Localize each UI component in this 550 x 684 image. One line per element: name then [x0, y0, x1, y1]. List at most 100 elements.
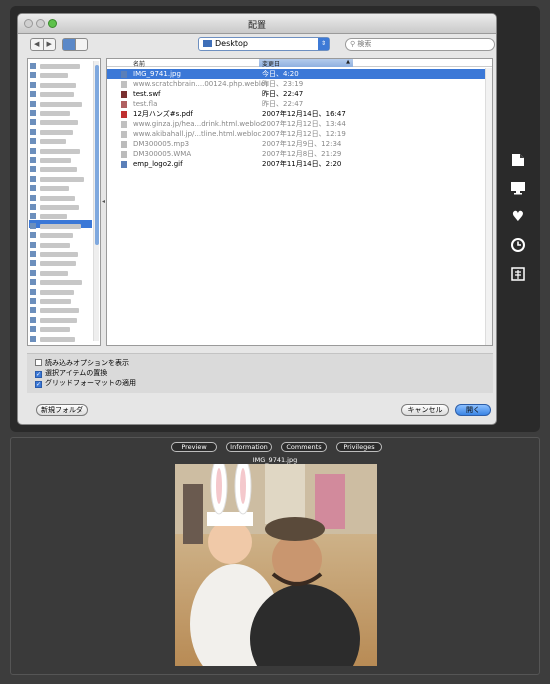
file-date: 2007年12月8日、21:29	[262, 150, 342, 158]
sidebar-item-label	[40, 270, 68, 276]
search-field[interactable]: ⚲	[345, 38, 495, 51]
sidebar-item-label	[40, 111, 70, 116]
notes-icon[interactable]	[510, 267, 526, 283]
option-replace-selected[interactable]: ✓ 選択アイテムの置換	[35, 368, 107, 378]
sidebar-item[interactable]	[30, 298, 90, 305]
tab-information[interactable]: Information	[226, 442, 272, 452]
sidebar-item-icon	[30, 204, 36, 210]
folder-icon	[203, 40, 212, 47]
monitor-icon[interactable]	[510, 181, 526, 197]
sidebar-item[interactable]	[30, 63, 90, 70]
sidebar-scroll-thumb[interactable]	[95, 65, 99, 245]
tab-privileges[interactable]: Privileges	[336, 442, 382, 452]
file-row[interactable]: test.fla 昨日、22:47	[107, 99, 492, 109]
clock-icon[interactable]	[510, 238, 526, 254]
file-row[interactable]: emp_logo2.gif 2007年11月14日、2:20	[107, 159, 492, 169]
sidebar-item-icon	[30, 81, 36, 88]
audio-file-icon	[121, 141, 127, 148]
splitter-arrow-icon: ◂	[102, 198, 106, 205]
sidebar-item-icon	[30, 91, 36, 98]
place-dialog: 配置 ◀ ▶ Desktop ⇕ ⚲ ◂ 名前 変更日 IMG_9	[17, 13, 497, 425]
sidebar-scrollbar[interactable]	[93, 61, 99, 341]
tab-preview[interactable]: Preview	[171, 442, 217, 452]
sidebar-item[interactable]	[30, 138, 90, 145]
sidebar-item[interactable]	[30, 110, 90, 117]
file-list: 名前 変更日 IMG_9741.jpg今日、4:20www.scratchbra…	[106, 58, 493, 346]
sidebar-item[interactable]	[30, 326, 90, 333]
titlebar: 配置	[18, 14, 496, 34]
option-show-import[interactable]: 読み込みオプションを表示	[35, 358, 129, 368]
sidebar-item[interactable]	[30, 91, 90, 98]
sidebar-item[interactable]	[30, 81, 90, 89]
sidebar-item[interactable]	[30, 166, 90, 173]
file-row[interactable]: test.swf 昨日、22:47	[107, 89, 492, 99]
sidebar-item-label	[40, 92, 74, 98]
file-row[interactable]: 12月ハンズ#s.pdf 2007年12月14日、16:47	[107, 109, 492, 119]
preview-tabs: Preview Information Comments Privileges	[11, 442, 539, 454]
sidebar-item[interactable]	[30, 251, 90, 258]
sidebar-item[interactable]	[30, 147, 90, 155]
tab-comments[interactable]: Comments	[281, 442, 327, 452]
sidebar-item[interactable]	[30, 222, 90, 230]
sidebar-item[interactable]	[30, 316, 90, 324]
sidebar-item[interactable]	[30, 185, 90, 192]
checkbox-apply-grid[interactable]: ✓	[35, 381, 42, 388]
new-folder-button[interactable]: 新規フォルダ	[36, 404, 88, 416]
search-icon: ⚲	[350, 40, 356, 48]
file-name: IMG_9741.jpg	[133, 70, 181, 78]
sidebar-item[interactable]	[30, 241, 90, 249]
toolbar: ◀ ▶ Desktop ⇕ ⚲	[18, 34, 496, 56]
search-input[interactable]	[357, 40, 478, 48]
sidebar-item[interactable]	[30, 213, 90, 220]
file-date: 2007年12月9日、12:34	[262, 140, 342, 148]
file-row[interactable]: DM300005.WMA 2007年12月8日、21:29	[107, 149, 492, 159]
option-apply-grid[interactable]: ✓ グリッドフォーマットの適用	[35, 378, 136, 388]
sidebar-item[interactable]	[30, 157, 90, 164]
sidebar-item-label	[40, 205, 79, 210]
option-replace-selected-label: 選択アイテムの置換	[45, 369, 108, 377]
file-row[interactable]: www.ginza.jp/hea...drink.html.webloc 2007…	[107, 119, 492, 129]
file-list-scrollbar[interactable]	[485, 68, 492, 345]
checkbox-show-import[interactable]	[35, 359, 42, 366]
sidebar-item[interactable]	[30, 100, 90, 108]
sidebar-item[interactable]	[30, 128, 90, 136]
sidebar-item[interactable]	[30, 175, 90, 183]
sidebar-item[interactable]	[30, 307, 90, 314]
sidebar-item[interactable]	[30, 335, 90, 343]
sidebar-item[interactable]	[30, 204, 90, 211]
file-row[interactable]: www.scratchbrain....00124.php.webloc 昨日、2…	[107, 79, 492, 89]
column-header-date[interactable]: 変更日	[259, 59, 353, 68]
forward-button[interactable]: ▶	[44, 39, 56, 50]
cancel-button[interactable]: キャンセル	[401, 404, 449, 416]
file-name: DM300005.mp3	[133, 140, 190, 148]
sidebar-item[interactable]	[30, 119, 90, 126]
file-date: 昨日、22:47	[262, 100, 304, 108]
sidebar-item[interactable]	[30, 279, 90, 286]
heart-icon[interactable]: ♥	[510, 209, 526, 225]
document-icon[interactable]	[510, 153, 526, 169]
file-row[interactable]: DM300005.mp3 2007年12月9日、12:34	[107, 139, 492, 149]
sidebar-item[interactable]	[30, 269, 90, 277]
sidebar-item-label	[40, 214, 67, 220]
list-view-button[interactable]	[63, 39, 76, 50]
file-date: 2007年12月12日、12:19	[262, 130, 346, 138]
sidebar-item[interactable]	[30, 72, 90, 79]
file-list-header: 名前 変更日	[107, 59, 492, 68]
preview-filename: IMG_9741.jpg	[252, 456, 298, 464]
location-popup[interactable]: Desktop ⇕	[198, 37, 330, 51]
sidebar-item-icon	[30, 251, 36, 257]
column-view-button[interactable]	[76, 39, 88, 50]
sidebar-item[interactable]	[30, 260, 90, 267]
sidebar-item[interactable]	[30, 288, 90, 296]
checkbox-replace-selected[interactable]: ✓	[35, 371, 42, 378]
file-row[interactable]: IMG_9741.jpg 今日、4:20	[107, 69, 492, 79]
back-button[interactable]: ◀	[31, 39, 44, 50]
open-button[interactable]: 開く	[455, 404, 491, 416]
sidebar-item[interactable]	[30, 194, 90, 202]
sidebar-item-label	[40, 158, 71, 163]
sidebar-item[interactable]	[30, 232, 90, 239]
file-row[interactable]: www.akibahall.jp/...tline.html.webloc 200…	[107, 129, 492, 139]
sidebar-item-icon	[30, 222, 36, 229]
sidebar-item-icon	[30, 326, 36, 333]
column-header-name[interactable]: 名前	[133, 59, 145, 68]
